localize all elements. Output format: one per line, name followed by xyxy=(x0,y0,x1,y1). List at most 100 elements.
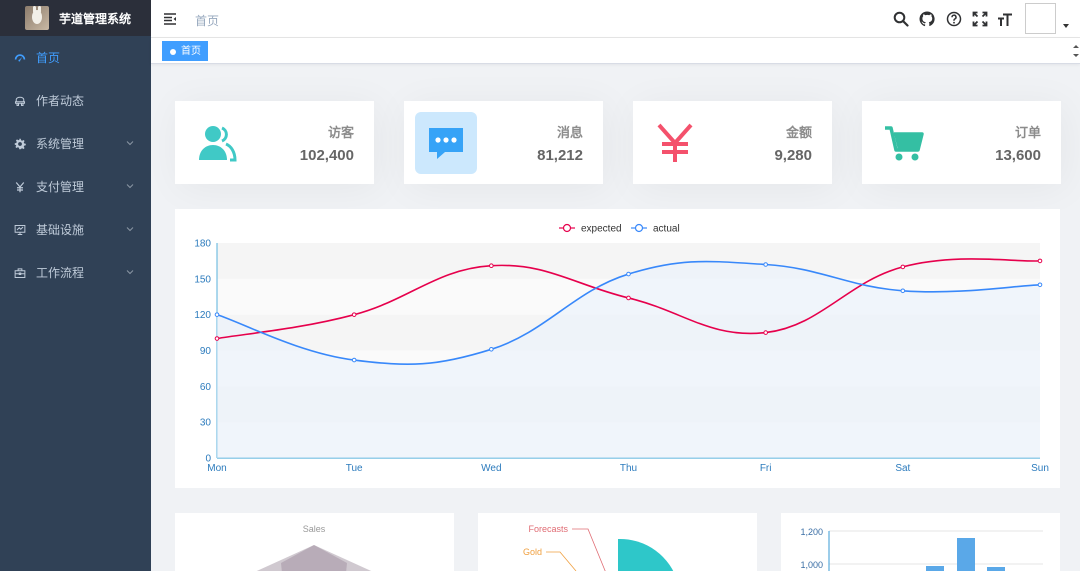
data-point-actual xyxy=(214,312,220,317)
x-tick-label: Sat xyxy=(895,463,910,474)
data-point-actual xyxy=(626,271,631,277)
visitors-icon xyxy=(199,126,237,162)
shopping-icon xyxy=(885,126,924,161)
bar xyxy=(987,567,1005,571)
sidebar-item-author[interactable]: 作者动态 xyxy=(0,79,151,122)
sidebar-item-label: 作者动态 xyxy=(36,94,85,108)
data-point-actual xyxy=(489,347,494,352)
legend-label: actual xyxy=(653,224,680,235)
legend-marker xyxy=(562,223,572,233)
gear-icon xyxy=(13,137,27,151)
card-value: 81,212 xyxy=(537,147,583,164)
card-label: 访客 xyxy=(327,125,354,140)
y-tick-label: 1,200 xyxy=(800,527,823,537)
pie-chart-panel: Forecasts Gold xyxy=(478,513,757,571)
x-tick-label: Thu xyxy=(620,463,637,474)
yen-icon xyxy=(13,180,27,194)
fullscreen-icon[interactable] xyxy=(972,11,988,27)
card-amount[interactable]: 金额 9,280 xyxy=(633,101,832,184)
app-title: 芋道管理系统 xyxy=(59,11,132,26)
legend-marker xyxy=(634,223,644,233)
data-point-expected xyxy=(900,264,906,270)
radar-title: Sales xyxy=(303,524,326,534)
sidebar-item-workflow[interactable]: 工作流程 xyxy=(0,251,151,294)
sidebar-item-label: 工作流程 xyxy=(36,266,85,280)
card-value: 102,400 xyxy=(299,147,354,164)
card-label: 订单 xyxy=(1014,125,1041,140)
y-tick-label: 180 xyxy=(194,239,211,250)
x-tick-label: Sun xyxy=(1031,463,1049,474)
x-tick-label: Fri xyxy=(760,463,772,474)
data-point-actual xyxy=(351,357,357,363)
bar-chart-panel: 1,200 1,000 xyxy=(781,513,1060,571)
card-visitors[interactable]: 访客 102,400 xyxy=(175,101,374,184)
help-icon[interactable] xyxy=(946,11,962,27)
y-tick-label: 30 xyxy=(200,418,212,429)
github-icon[interactable] xyxy=(919,11,935,27)
breadcrumb[interactable]: 首页 xyxy=(195,12,219,29)
card-icon xyxy=(644,112,706,174)
card-icon xyxy=(415,112,477,174)
card-orders[interactable]: 订单 13,600 xyxy=(862,101,1061,184)
line-chart: 0306090120150180Mon Tue Wed Thu Fri Sat Sunexp… xyxy=(194,223,1049,475)
legend-label: expected xyxy=(581,224,622,235)
sidebar-item-system[interactable]: 系统管理 xyxy=(0,122,151,165)
bar xyxy=(926,566,944,571)
chevron-down-icon xyxy=(126,141,134,146)
data-point-actual xyxy=(900,288,906,294)
radar-area xyxy=(281,545,347,571)
data-point-expected xyxy=(489,263,494,268)
card-label: 金额 xyxy=(785,125,812,140)
card-value: 9,280 xyxy=(774,147,812,164)
dashboard-icon xyxy=(13,51,27,65)
card-value: 13,600 xyxy=(995,147,1041,164)
sidebar-item-infra[interactable]: 基础设施 xyxy=(0,208,151,251)
bar xyxy=(957,538,975,571)
data-point-expected xyxy=(763,330,768,335)
data-point-actual xyxy=(763,262,768,267)
card-icon xyxy=(873,112,935,174)
pie-label: Forecasts xyxy=(528,524,568,534)
y-tick-label: 60 xyxy=(200,382,212,393)
money-icon xyxy=(657,123,693,162)
font-size-icon[interactable] xyxy=(997,11,1013,27)
card-label: 消息 xyxy=(556,125,583,140)
card-messages[interactable]: 消息 81,212 xyxy=(404,101,603,184)
sidebar: 芋道管理系统 首页 作者动态 系统管理 支付管理 基础设施 工作流程 xyxy=(0,0,151,571)
pie-label-line xyxy=(546,551,577,571)
pie-chart: Forecasts Gold xyxy=(523,524,674,571)
guide-icon xyxy=(13,94,27,108)
y-tick-label: 120 xyxy=(194,310,211,321)
x-tick-label: Wed xyxy=(481,463,501,474)
sidebar-item-label: 系统管理 xyxy=(36,137,85,151)
sidebar-item-pay[interactable]: 支付管理 xyxy=(0,165,151,208)
tags-scroll-icon[interactable] xyxy=(1072,41,1080,61)
data-point-expected xyxy=(214,336,220,341)
x-tick-label: Tue xyxy=(346,463,363,474)
monitor-icon xyxy=(13,223,27,237)
pie-label: Gold xyxy=(523,547,542,557)
data-point-expected xyxy=(1037,258,1043,264)
card-icon xyxy=(186,112,248,174)
data-point-expected xyxy=(351,312,357,317)
caret-down-icon[interactable] xyxy=(1063,24,1069,28)
logo[interactable]: 芋道管理系统 xyxy=(0,0,151,36)
tags-view: 首页 xyxy=(151,38,1080,64)
pie-slice xyxy=(618,538,674,571)
navbar: 首页 xyxy=(151,0,1080,38)
radar-chart-panel: Sales xyxy=(175,513,454,571)
sidebar-item-home[interactable]: 首页 xyxy=(0,36,151,79)
search-icon[interactable] xyxy=(893,11,909,27)
hamburger-icon[interactable] xyxy=(163,12,177,26)
sidebar-item-label: 首页 xyxy=(36,51,61,65)
x-tick-label: Mon xyxy=(207,463,226,474)
data-point-expected xyxy=(626,295,631,301)
pie-label-line xyxy=(572,528,606,571)
avatar[interactable] xyxy=(1025,3,1056,34)
chevron-down-icon xyxy=(126,270,134,275)
tag-home[interactable]: 首页 xyxy=(162,41,208,61)
sidebar-item-label: 支付管理 xyxy=(36,180,85,194)
message-icon xyxy=(429,128,463,159)
chevron-down-icon xyxy=(126,184,134,189)
radar-chart: Sales xyxy=(256,524,372,571)
